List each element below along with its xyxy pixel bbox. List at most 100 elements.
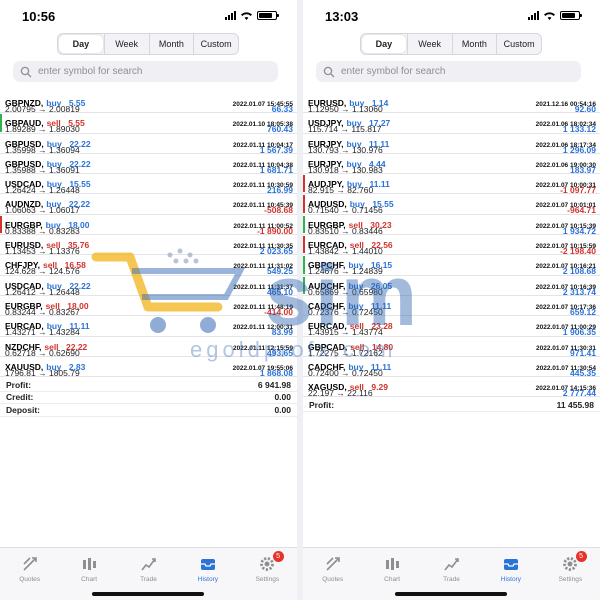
tab-settings[interactable]: Settings 5 xyxy=(541,548,600,600)
home-indicator xyxy=(92,592,204,596)
signal-icon xyxy=(528,11,539,20)
trade-row[interactable]: USDCAD, buy 15.55 2022.01.11 10:30:59 1.264… xyxy=(0,174,297,195)
phone-right: 13:03 DayWeekMonthCustom EURUSD,buy 1.14… xyxy=(303,0,600,600)
trade-row[interactable]: EURJPY, buy 11.11 2022.01.06 18:17:34 130.7… xyxy=(303,134,600,155)
notification-badge: 5 xyxy=(575,551,587,562)
battery-icon xyxy=(560,11,582,20)
trade-row[interactable]: EURUSD, sell 35.76 2022.01.11 11:30:35 1.13… xyxy=(0,235,297,256)
trade-prices: 22.197 → 22.116 xyxy=(308,388,373,399)
search-bar[interactable] xyxy=(316,61,581,82)
trade-prices: 1796.81 → 1805.79 xyxy=(5,367,80,378)
trade-row[interactable]: EURJPY, buy 4.44 2022.01.06 19:00:30 130.91… xyxy=(303,154,600,175)
period-tab-month[interactable]: Month xyxy=(148,34,194,54)
summary-label: Profit: xyxy=(6,379,32,390)
trade-row[interactable]: NZDCHF, sell 22.22 2022.01.11 12:15:59 0.62… xyxy=(0,337,297,358)
trade-profit: 2 777.44 xyxy=(562,388,596,399)
period-tab-week[interactable]: Week xyxy=(406,34,452,54)
trade-row[interactable]: EURUSD, buy 1.14 2021.12.16 00:54:16 1.1295… xyxy=(303,93,600,114)
notification-badge: 5 xyxy=(272,551,284,562)
tab-bar: Quotes Chart Trade History Settings 5 xyxy=(303,547,600,600)
row-marker xyxy=(303,195,305,213)
row-marker xyxy=(0,114,2,132)
trade-row[interactable]: USDJPY, buy 17.27 2022.01.06 18:02:34 115.7… xyxy=(303,113,600,134)
trade-row[interactable]: XAGUSD, sell 9.29 2022.01.07 14:15:36 22.19… xyxy=(303,377,600,399)
tab-label: Trade xyxy=(443,576,460,583)
trade-row[interactable]: AUDCHF, buy 26.05 2022.01.07 10:16:39 0.658… xyxy=(303,276,600,297)
trade-profit: 1 868.08 xyxy=(259,367,293,378)
trade-row[interactable]: CADCHF, buy 11.11 2022.01.07 11:30:54 0.724… xyxy=(303,357,600,378)
summary-row: Profit: 11 455.98 xyxy=(303,400,600,412)
period-tab-custom[interactable]: Custom xyxy=(193,34,238,54)
summary-row: Deposit: 0.00 xyxy=(0,404,297,417)
period-tab-custom[interactable]: Custom xyxy=(496,34,541,54)
trade-row[interactable]: CHFJPY, sell 16.58 2022.01.11 11:31:02 124.… xyxy=(0,255,297,276)
summary-label: Deposit: xyxy=(6,404,40,415)
period-tab-month[interactable]: Month xyxy=(451,34,497,54)
row-marker xyxy=(0,215,2,234)
trade-row[interactable]: GBPNZD, buy 5.55 2022.01.07 15:45:55 2.0079… xyxy=(0,93,297,114)
trade-row[interactable]: AUDNZD, buy 22.22 2022.01.11 10:45:39 1.060… xyxy=(0,194,297,215)
summary-label: Profit: xyxy=(309,400,335,411)
row-marker xyxy=(303,215,305,234)
status-bar: 13:03 xyxy=(303,0,600,30)
search-icon xyxy=(20,66,32,77)
tab-quotes[interactable]: Quotes xyxy=(303,548,362,600)
search-icon xyxy=(323,66,335,77)
trade-row[interactable]: EURGBP, buy 18.00 2022.01.11 11:00:52 0.833… xyxy=(0,215,297,236)
trade-icon xyxy=(443,558,459,571)
status-bar: 10:56 xyxy=(0,0,297,30)
trade-row[interactable]: GBPAUD, sell 5.55 2022.01.10 18:05:38 1.892… xyxy=(0,113,297,134)
tab-label: Settings xyxy=(558,576,583,583)
trade-row[interactable]: EURCAD, sell 23.28 2022.01.07 11:00:29 1.43… xyxy=(303,316,600,337)
quotes-icon xyxy=(326,557,340,571)
period-tab-week[interactable]: Week xyxy=(103,34,149,54)
summary-label: Credit: xyxy=(6,392,34,403)
summary-value: 6 941.98 xyxy=(257,379,291,390)
trade-icon xyxy=(140,558,156,571)
close-price: 22.116 xyxy=(347,388,373,399)
trade-row[interactable]: CADCHF, buy 11.11 2022.01.07 10:17:36 0.723… xyxy=(303,296,600,317)
tab-label: Settings xyxy=(255,576,280,583)
period-tab-day[interactable]: Day xyxy=(59,35,103,53)
wifi-icon xyxy=(544,12,555,20)
signal-icon xyxy=(225,11,236,20)
tab-settings[interactable]: Settings 5 xyxy=(238,548,297,600)
trade-row[interactable]: XAUUSD, buy 2.83 2022.01.07 19:55:06 1796.8… xyxy=(0,357,297,378)
search-input[interactable] xyxy=(38,66,258,77)
trade-row[interactable]: USDCAD, buy 22.22 2022.01.11 11:31:37 1.264… xyxy=(0,276,297,297)
trade-row[interactable]: EURGBP, sell 18.00 2022.01.11 11:48:19 0.83… xyxy=(0,296,297,317)
period-selector: Day Week Month Custom xyxy=(57,33,239,55)
trade-row[interactable]: AUDJPY, buy 11.11 2022.01.07 10:00:31 82.91… xyxy=(303,174,600,195)
trade-row[interactable]: GBPCHF, buy 16.15 2022.01.07 10:16:21 1.246… xyxy=(303,255,600,276)
trade-row[interactable]: GBPUSD, buy 22.22 2022.01.11 10:04:38 1.359… xyxy=(0,154,297,175)
tab-label: History xyxy=(197,576,219,583)
summary-value: 0.00 xyxy=(274,392,291,403)
search-bar[interactable] xyxy=(13,61,278,82)
summary-value: 0.00 xyxy=(274,404,291,415)
trade-row[interactable]: EURCAD, sell 22.56 2022.01.07 10:15:59 1.43… xyxy=(303,235,600,256)
trade-row[interactable]: GBPUSD, buy 22.22 2022.01.11 10:04:17 1.359… xyxy=(0,134,297,155)
chart-icon xyxy=(83,558,97,570)
trade-row[interactable]: EURGBP, sell 30.23 2022.01.07 10:15:39 0.83… xyxy=(303,215,600,236)
tab-label: Trade xyxy=(140,576,157,583)
clock: 10:56 xyxy=(22,9,56,24)
trade-row[interactable]: AUDUSD, buy 15.55 2022.01.07 10:01:01 0.715… xyxy=(303,194,600,215)
tab-label: Quotes xyxy=(19,576,41,583)
status-icons xyxy=(528,11,582,20)
chart-icon xyxy=(386,558,400,570)
home-indicator xyxy=(395,592,507,596)
search-input[interactable] xyxy=(341,66,561,77)
trade-row[interactable]: GBPCAD, sell 14.80 2022.01.07 11:30:31 1.72… xyxy=(303,337,600,358)
period-selector: Day Week Month Custom xyxy=(360,33,542,55)
clock: 13:03 xyxy=(325,9,359,24)
phone-left: 10:56 DayWeekMonthCustom GBPNZD,buy 5.55… xyxy=(0,0,297,600)
period-tab-day[interactable]: Day xyxy=(362,35,406,53)
tab-quotes[interactable]: Quotes xyxy=(0,548,59,600)
tab-label: Chart xyxy=(384,576,401,583)
trade-row[interactable]: EURCAD, buy 11.11 2022.01.11 12:00:31 1.432… xyxy=(0,316,297,337)
summary-value: 11 455.98 xyxy=(556,400,594,411)
wifi-icon xyxy=(241,12,252,20)
battery-icon xyxy=(257,11,279,20)
tab-bar: Quotes Chart Trade History Settings 5 xyxy=(0,547,297,600)
trade-list: GBPNZD, buy 5.55 2022.01.07 15:45:55 2.0079… xyxy=(0,93,297,378)
